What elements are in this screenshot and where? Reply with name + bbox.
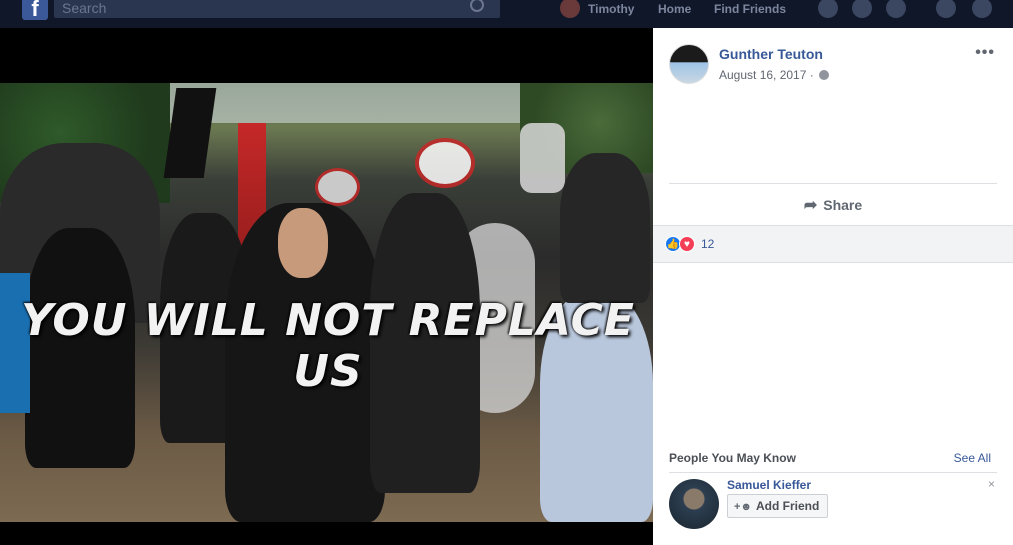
notifications-icon[interactable] [886, 0, 906, 18]
photo-face [278, 208, 328, 278]
facebook-logo-icon[interactable]: f [22, 0, 48, 21]
settings-dropdown-icon[interactable] [972, 0, 992, 18]
suggested-friend-avatar[interactable] [669, 479, 719, 529]
author-avatar[interactable] [669, 44, 709, 84]
help-icon[interactable] [936, 0, 956, 18]
messages-icon[interactable] [852, 0, 872, 18]
reactions-bar: 👍 ♥ 12 [653, 225, 1013, 263]
share-icon: ➦ [803, 197, 818, 214]
photo-viewer: YOU WILL NOT REPLACE US [0, 28, 653, 545]
add-friend-label: Add Friend [756, 499, 820, 513]
add-friend-icon: +☻ [734, 501, 752, 513]
divider [669, 183, 997, 184]
search-input[interactable]: Search [54, 0, 500, 18]
find-friends-link[interactable]: Find Friends [714, 2, 786, 16]
close-icon[interactable]: × [988, 477, 995, 491]
globe-icon [819, 70, 830, 80]
home-link[interactable]: Home [658, 2, 691, 16]
post-photo[interactable]: YOU WILL NOT REPLACE US [0, 83, 653, 522]
photo-shield [520, 123, 565, 193]
more-options-icon[interactable]: ••• [975, 44, 995, 62]
friend-requests-icon[interactable] [818, 0, 838, 18]
top-navigation-content: f Search Timothy Home Find Friends [0, 0, 1013, 28]
profile-link[interactable]: Timothy [588, 2, 634, 16]
divider [669, 472, 997, 473]
user-avatar[interactable] [560, 0, 580, 18]
see-all-link[interactable]: See All [954, 451, 991, 465]
photo-shield [415, 138, 475, 188]
photo-sky [170, 83, 520, 123]
people-you-may-know-title: People You May Know [669, 451, 796, 465]
photo-overlay-text: YOU WILL NOT REPLACE US [21, 295, 635, 397]
love-reaction-icon[interactable]: ♥ [679, 236, 695, 252]
post-date-text: August 16, 2017 · [719, 68, 814, 82]
author-name-link[interactable]: Gunther Teuton [719, 46, 823, 62]
add-friend-button[interactable]: +☻ Add Friend [727, 494, 829, 518]
post-sidebar: Gunther Teuton August 16, 2017 · ••• ➦ Sh… [653, 28, 1013, 545]
search-placeholder: Search [62, 0, 107, 16]
share-label: Share [823, 197, 863, 213]
share-button[interactable]: ➦ Share [669, 190, 997, 220]
suggested-friend-name[interactable]: Samuel Kieffer [727, 478, 811, 492]
reaction-count[interactable]: 12 [701, 237, 714, 251]
photo-crowd [560, 153, 650, 303]
photo-shield [315, 168, 360, 206]
post-date[interactable]: August 16, 2017 · [719, 68, 830, 82]
